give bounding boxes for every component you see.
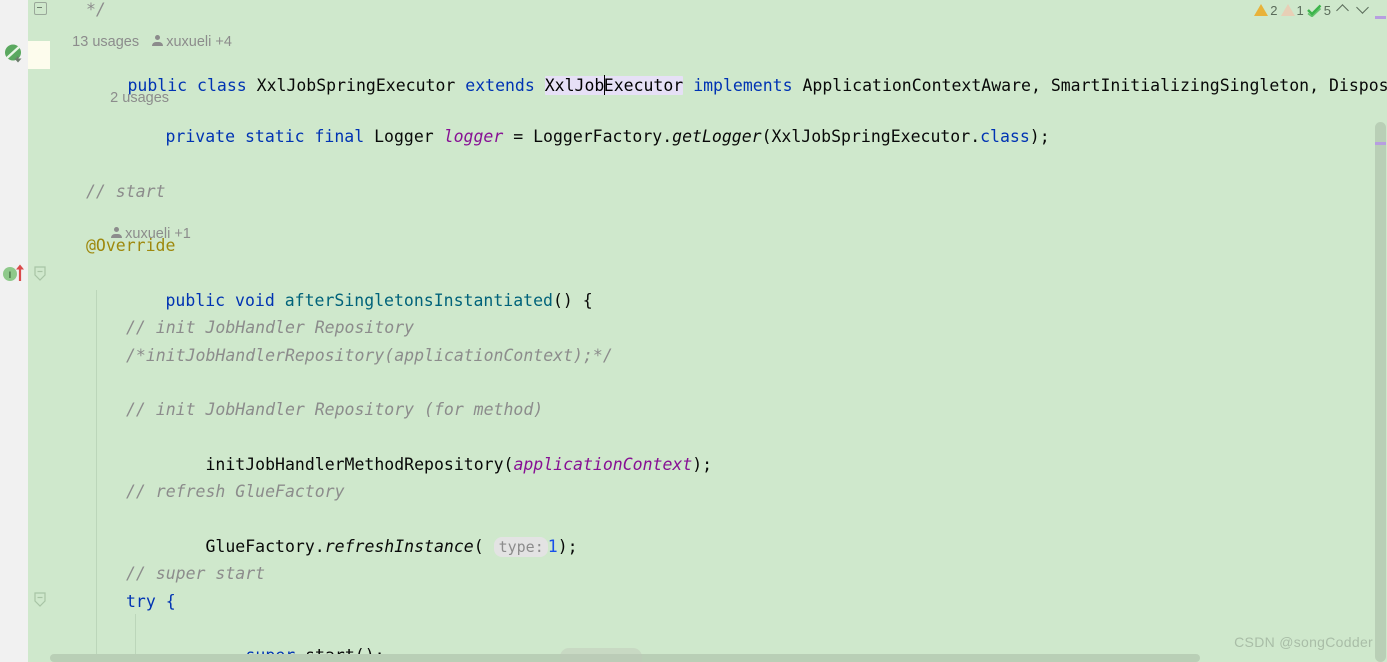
- paren-open: (: [503, 455, 514, 475]
- comment-init-repo: // init JobHandler Repository: [126, 318, 415, 337]
- warning-group[interactable]: 2: [1254, 2, 1278, 18]
- fold-column-current-line: [28, 41, 50, 69]
- svg-text:I: I: [9, 271, 12, 281]
- code-area[interactable]: */ 13 usages xuxueli +4 public class Xxl…: [50, 0, 1387, 662]
- javadoc-close: */: [86, 0, 106, 19]
- vertical-scrollbar[interactable]: [1374, 0, 1387, 662]
- scrollbar-marker[interactable]: [1375, 16, 1386, 19]
- refresh-instance-call[interactable]: refreshInstance: [325, 537, 474, 556]
- logger-modifiers: private static final: [165, 127, 365, 147]
- vertical-scrollbar-thumb[interactable]: [1375, 122, 1386, 662]
- kw-class-literal: class: [980, 127, 1030, 147]
- dot: .: [662, 127, 673, 147]
- superclass-name-before-caret: XxlJob: [544, 76, 605, 96]
- warning-triangle-icon: [1254, 4, 1269, 16]
- dot: .: [314, 537, 325, 557]
- init-method-name[interactable]: initJobHandlerMethodRepository: [205, 455, 503, 474]
- comment-super-start: // super start: [126, 564, 266, 583]
- kw-class: class: [197, 76, 247, 96]
- fold-region-marker-method[interactable]: [33, 266, 47, 286]
- kw-implements: implements: [693, 76, 793, 96]
- idea-editor-window: I */ 13 usages xuxueli +4 public class X…: [0, 0, 1387, 662]
- weak-warning-triangle-icon: [1280, 4, 1295, 16]
- inspections-widget[interactable]: 2 1 5: [1254, 0, 1371, 20]
- try-keyword: try {: [126, 592, 176, 611]
- floating-editor-toolbar[interactable]: [560, 648, 642, 662]
- application-context-arg[interactable]: applicationContext: [513, 455, 692, 474]
- fold-minus-icon[interactable]: [34, 2, 47, 15]
- glue-type-value[interactable]: 1: [548, 537, 558, 556]
- implemented-interfaces[interactable]: ApplicationContextAware, SmartInitializi…: [802, 76, 1387, 95]
- scrollbar-marker[interactable]: [1375, 142, 1386, 145]
- fold-region-marker-try[interactable]: [33, 592, 47, 612]
- commented-out-call: /*initJobHandlerRepository(applicationCo…: [126, 346, 613, 365]
- warning-count: 2: [1270, 2, 1278, 18]
- weak-warning-count: 1: [1296, 2, 1304, 18]
- superclass-name[interactable]: XxlJobExecutor: [544, 75, 684, 96]
- paren-close: );: [557, 537, 578, 557]
- class-name[interactable]: XxlJobSpringExecutor: [257, 76, 456, 95]
- annotation-override[interactable]: @Override: [86, 232, 1387, 259]
- parameter-hint-type[interactable]: type:: [493, 537, 548, 558]
- implementing-method-icon[interactable]: I: [2, 263, 26, 283]
- logger-type[interactable]: Logger: [374, 127, 434, 146]
- kw-extends: extends: [465, 76, 535, 96]
- superclass-name-after-caret: Executor: [603, 76, 684, 96]
- fold-column: [28, 0, 50, 662]
- inspection-ok-check-icon: [1306, 3, 1322, 18]
- chevron-up-icon[interactable]: [1336, 3, 1349, 17]
- logger-name[interactable]: logger: [444, 127, 504, 146]
- watermark: CSDN @songCodder: [1234, 634, 1373, 650]
- chevron-down-icon[interactable]: [1356, 1, 1369, 14]
- paren-open: (: [761, 127, 772, 147]
- paren-close: );: [692, 455, 713, 475]
- logger-factory[interactable]: LoggerFactory: [533, 127, 662, 146]
- comment-start: // start: [86, 182, 166, 201]
- method-name[interactable]: afterSingletonsInstantiated: [285, 291, 553, 310]
- glue-factory-class[interactable]: GlueFactory: [205, 537, 314, 556]
- logger-arg-class[interactable]: XxlJobSpringExecutor: [772, 127, 971, 146]
- get-logger-call[interactable]: getLogger: [672, 127, 761, 146]
- indent-guide: [96, 290, 97, 662]
- weak-warning-group[interactable]: 1: [1280, 2, 1304, 18]
- paren-open: (: [473, 537, 494, 557]
- method-parens: () {: [552, 291, 593, 311]
- editor-gutter[interactable]: [0, 0, 28, 662]
- logger-assign: =: [503, 127, 534, 147]
- inspection-ok-count: 5: [1323, 2, 1331, 18]
- intention-bulb-icon[interactable]: [3, 43, 25, 65]
- comment-refresh-glue: // refresh GlueFactory: [126, 482, 345, 501]
- dot: .: [970, 127, 981, 147]
- inspection-ok-group[interactable]: 5: [1306, 2, 1331, 18]
- kw-public: public: [165, 291, 226, 311]
- paren-close: );: [1029, 127, 1050, 147]
- comment-init-repo-method: // init JobHandler Repository (for metho…: [126, 400, 544, 419]
- kw-void: void: [235, 291, 275, 311]
